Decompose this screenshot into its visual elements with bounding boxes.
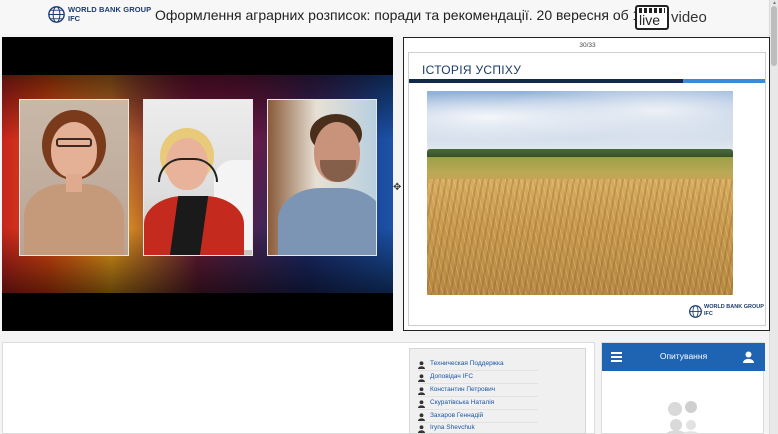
header: WORLD BANK GROUP IFC Оформлення аграрних… [0, 0, 768, 34]
video-panel[interactable] [2, 37, 393, 331]
user-icon [418, 400, 425, 408]
poll-panel: Опитування [601, 342, 765, 434]
hamburger-menu-icon[interactable] [611, 352, 622, 362]
poll-header: Опитування [602, 343, 765, 371]
poll-title: Опитування [659, 351, 708, 361]
user-icon [418, 425, 425, 433]
participant-item[interactable]: Захаров Геннадій [418, 411, 538, 423]
user-icon[interactable] [743, 351, 754, 363]
scroll-thumb[interactable] [771, 6, 777, 66]
webinar-page: WORLD BANK GROUP IFC Оформлення аграрних… [0, 0, 778, 434]
wheat-field-image [427, 91, 733, 295]
participant-name: Доповідач IFC [430, 373, 474, 380]
presentation-panel[interactable]: 30/33 ІСТОРІЯ УСПІХУ WORLD BANK GROUP IF… [403, 37, 770, 331]
slide: ІСТОРІЯ УСПІХУ WORLD BANK GROUP IFC [408, 52, 766, 326]
glasses-icon [56, 138, 92, 147]
slide-counter: 30/33 [579, 42, 596, 49]
participant-video-2[interactable] [143, 99, 253, 256]
user-icon [418, 387, 425, 395]
world-bank-logo-line2: IFC [68, 14, 81, 23]
world-bank-logo-line1: WORLD BANK GROUP [68, 5, 152, 14]
world-bank-logo: WORLD BANK GROUP IFC [48, 5, 151, 25]
livevideo-logo-video: video [671, 9, 707, 26]
participant-item[interactable]: Скуратівська Наталія [418, 398, 538, 410]
participant-item[interactable]: Iryna Shevchuk [418, 423, 538, 434]
user-icon [418, 413, 425, 421]
participant-name: Iryna Shevchuk [430, 424, 475, 431]
discussion-icon [666, 401, 699, 434]
resize-handle-icon[interactable]: ✥ [393, 183, 403, 193]
participant-name: Захаров Геннадій [430, 412, 484, 419]
participant-name: Константин Петрович [430, 386, 496, 393]
globe-icon [48, 6, 65, 23]
livevideo-logo: live video [633, 2, 713, 32]
participant-video-1[interactable] [19, 99, 129, 256]
participant-name: Скуратівська Наталія [430, 399, 495, 406]
page-scrollbar[interactable]: ▲ [769, 0, 778, 434]
slide-logo-line2: IFC [704, 311, 713, 317]
slide-world-bank-logo: WORLD BANK GROUP IFC [689, 304, 764, 320]
slide-title-bar [409, 79, 765, 83]
user-icon [418, 361, 425, 369]
participant-item[interactable]: Константин Петрович [418, 385, 538, 397]
slide-logo-line1: WORLD BANK GROUP [704, 304, 764, 310]
participant-item[interactable]: Доповідач IFC [418, 372, 538, 384]
participant-name: Техническая Поддержка [430, 360, 504, 367]
user-icon [418, 374, 425, 382]
page-title: Оформлення аграрних розписок: поради та … [155, 7, 667, 23]
participants-list: Техническая Поддержка Доповідач IFC Конс… [409, 348, 586, 434]
globe-icon [689, 305, 702, 318]
participant-item[interactable]: Техническая Поддержка [418, 359, 538, 371]
livevideo-logo-live: live [639, 12, 661, 28]
slide-title: ІСТОРІЯ УСПІХУ [422, 63, 522, 77]
participant-video-3[interactable] [267, 99, 377, 256]
